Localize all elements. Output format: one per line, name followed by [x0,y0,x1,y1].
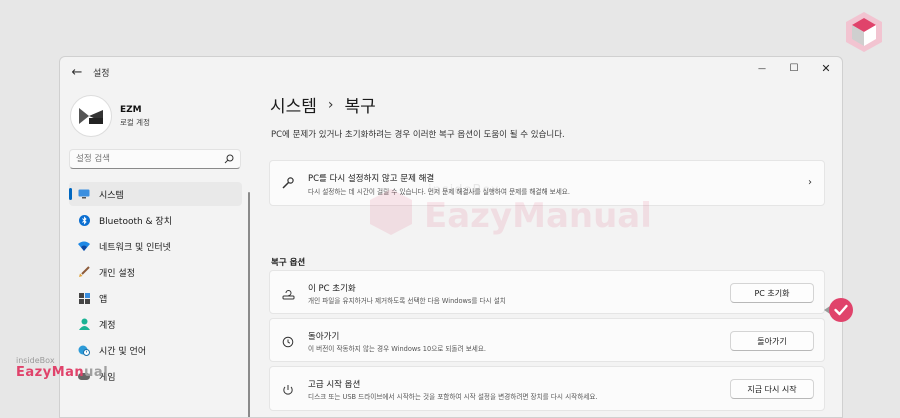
back-button[interactable]: ← [66,61,88,83]
advanced-startup-icon [281,383,295,397]
brush-icon [78,266,90,278]
reset-pc-button[interactable]: PC 초기화 [730,283,814,303]
advanced-startup-title: 고급 시작 옵션 [308,380,361,390]
profile-name: EZM [120,104,142,115]
brand-logo-line1: insideBox [16,356,55,365]
page-description: PC에 문제가 있거나 초기화하려는 경우 이러한 복구 옵션이 도움이 될 수… [271,130,565,140]
restart-now-button[interactable]: 지금 다시 시작 [730,379,814,399]
go-back-description: 이 버전이 작동하지 않는 경우 Windows 10으로 되돌려 보세요. [308,345,487,353]
globe-clock-icon [78,344,90,356]
search-icon[interactable] [224,154,234,164]
sidebar-item-bluetooth[interactable]: Bluetooth & 장치 [69,208,242,232]
sidebar-item-system[interactable]: 시스템 [69,182,242,206]
person-icon [78,318,90,330]
sidebar-item-apps[interactable]: 앱 [69,286,242,310]
bluetooth-icon [78,214,90,226]
profile-account-type: 로컬 계정 [120,117,150,127]
advanced-startup-description: 디스크 또는 USB 드라이브에서 시작하는 것을 포함하여 시작 설정을 변경… [308,393,598,401]
go-back-card: 돌아가기 이 버전이 작동하지 않는 경우 Windows 10으로 되돌려 보… [269,318,825,362]
close-button[interactable]: ✕ [810,57,842,79]
breadcrumb-parent[interactable]: 시스템 [270,92,317,117]
sidebar-item-label: 앱 [99,294,108,305]
sidebar-item-label: Bluetooth & 장치 [99,216,172,227]
sidebar-item-label: 시스템 [99,190,124,201]
troubleshoot-card[interactable]: PC를 다시 설정하지 않고 문제 해결 다시 설정하는 데 시간이 걸릴 수 … [269,160,825,206]
go-back-title: 돌아가기 [308,332,340,342]
brand-logo-line2a: EazyMan [16,365,85,380]
apps-icon [78,292,90,304]
search-input[interactable] [76,153,216,165]
app-title: 설정 [93,69,110,79]
close-icon: ✕ [821,61,831,75]
brand-logo-line2b: ual [84,365,109,380]
recovery-options-heading: 복구 옵션 [271,258,306,268]
sidebar-item-network[interactable]: 네트워크 및 인터넷 [69,234,242,258]
breadcrumb-separator: › [327,96,334,113]
brand-logo-line2: EazyManual [16,365,108,380]
history-icon [281,335,295,349]
minimize-button[interactable]: — [746,57,778,79]
avatar-logo-icon [79,108,103,124]
wrench-icon [281,176,295,190]
maximize-button[interactable]: ☐ [778,57,810,79]
corner-cube-logo-icon [846,12,882,52]
chevron-right-icon: › [808,177,812,188]
search-box[interactable] [69,149,241,169]
breadcrumb: 시스템 › 복구 [270,92,376,118]
reset-pc-icon [281,287,295,301]
sidebar-item-label: 네트워크 및 인터넷 [99,242,171,253]
sidebar-item-accounts[interactable]: 계정 [69,312,242,336]
reset-pc-card: 이 PC 초기화 개인 파일을 유지하거나 제거하도록 선택한 다음 Windo… [269,270,825,314]
maximize-icon: ☐ [789,62,799,74]
sidebar-item-label: 개인 설정 [99,268,135,279]
avatar [70,95,112,137]
advanced-startup-card: 고급 시작 옵션 디스크 또는 USB 드라이브에서 시작하는 것을 포함하여 … [269,366,825,411]
sidebar-item-personalization[interactable]: 개인 설정 [69,260,242,284]
brand-logo: insideBox EazyManual [16,356,108,380]
display-icon [78,188,90,200]
main-content: 시스템 › 복구 PC에 문제가 있거나 초기화하려는 경우 이러한 복구 옵션… [252,87,842,417]
minimize-icon: — [758,63,766,73]
user-profile[interactable]: EZM 로컬 계정 [70,95,150,137]
reset-pc-title: 이 PC 초기화 [308,284,356,294]
reset-pc-description: 개인 파일을 유지하거나 제거하도록 선택한 다음 Windows를 다시 설치 [308,297,506,305]
back-arrow-icon: ← [71,64,83,80]
troubleshoot-title: PC를 다시 설정하지 않고 문제 해결 [308,174,435,184]
wifi-icon [78,240,90,252]
go-back-button[interactable]: 돌아가기 [730,331,814,351]
page-title: 복구 [344,97,376,117]
sidebar-item-label: 계정 [99,320,116,331]
settings-window: ← 설정 — ☐ ✕ EZM 로컬 계정 설정 검색 시스템 Bluetooth… [59,56,843,418]
check-badge-icon [824,298,853,322]
sidebar-item-label: 시간 및 언어 [99,346,147,357]
title-bar: ← 설정 — ☐ ✕ [60,57,842,87]
sidebar-scrollbar[interactable] [248,192,250,417]
troubleshoot-description: 다시 설정하는 데 시간이 걸릴 수 있습니다. 먼저 문제 해결사를 실행하여… [308,188,570,196]
